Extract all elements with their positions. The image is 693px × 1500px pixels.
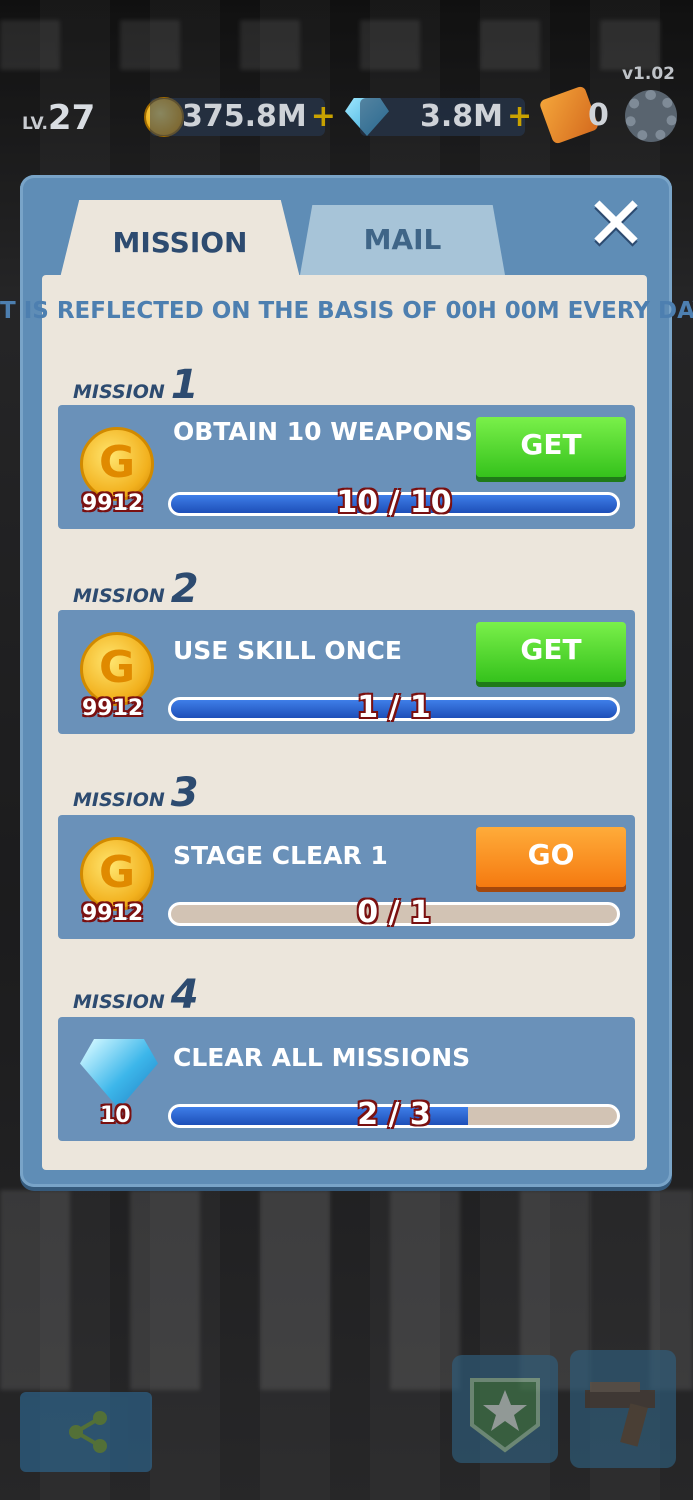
mission-number: 1 [170, 362, 199, 408]
level-label: LV. [22, 114, 48, 134]
mission-card-4: 10 CLEAR ALL MISSIONS 2 / 3 [58, 1017, 635, 1141]
mission-label-text: MISSION [73, 585, 165, 607]
reward-amount: 9912 [82, 696, 144, 721]
mission-label-text: MISSION [73, 381, 165, 403]
gem-icon [80, 1039, 158, 1109]
mission-title: CLEAR ALL MISSIONS [173, 1043, 471, 1072]
gem-amount: 3.8M [420, 99, 503, 134]
progress-text: 1 / 1 [357, 690, 431, 725]
weapon-button[interactable] [570, 1350, 676, 1468]
coin-icon: G [80, 427, 154, 501]
settings-gear-icon[interactable] [625, 90, 677, 142]
progress-text: 10 / 10 [336, 485, 452, 520]
tab-mission[interactable]: MISSION [60, 200, 300, 278]
share-button[interactable] [20, 1392, 152, 1472]
mission-card-3: G 9912 STAGE CLEAR 1 GO 0 / 1 [58, 815, 635, 939]
add-gem-button[interactable]: + [507, 99, 532, 134]
get-button[interactable]: GET [476, 417, 626, 477]
add-gold-button[interactable]: + [311, 99, 336, 134]
mission-label-text: MISSION [73, 789, 165, 811]
weapon-icon [585, 1382, 655, 1447]
gold-counter[interactable]: 375.8M + [150, 98, 336, 136]
mission-title: STAGE CLEAR 1 [173, 841, 388, 870]
mission-3-label: MISSION 3 [73, 770, 199, 816]
go-button[interactable]: GO [476, 827, 626, 887]
reward-amount: 9912 [82, 491, 144, 516]
reward-amount: 9912 [82, 901, 144, 926]
coin-icon: G [80, 837, 154, 911]
mission-title: OBTAIN 10 WEAPONS [173, 417, 473, 446]
mission-1-label: MISSION 1 [73, 362, 199, 408]
version-label: v1.02 [621, 64, 675, 84]
reward-amount: 10 [100, 1103, 131, 1128]
tab-mail[interactable]: MAIL [300, 205, 505, 275]
mission-number: 2 [170, 566, 199, 612]
mission-card-2: G 9912 USE SKILL ONCE GET 1 / 1 [58, 610, 635, 734]
mission-number: 4 [170, 972, 199, 1018]
player-level: LV.27 [22, 98, 95, 138]
get-button[interactable]: GET [476, 622, 626, 682]
share-icon [69, 1411, 107, 1453]
daily-reset-notice: T IS REFLECTED ON THE BASIS OF 00H 00M E… [0, 298, 693, 324]
ticket-count: 0 [588, 98, 609, 133]
mission-title: USE SKILL ONCE [173, 636, 402, 665]
progress-text: 0 / 1 [357, 895, 431, 930]
coin-icon: G [80, 632, 154, 706]
rank-button[interactable] [452, 1355, 558, 1463]
mission-label-text: MISSION [73, 991, 165, 1013]
gold-amount: 375.8M [182, 99, 307, 134]
close-icon[interactable]: ✕ [580, 187, 652, 261]
progress-text: 2 / 3 [357, 1097, 431, 1132]
mission-number: 3 [170, 770, 199, 816]
mission-card-1: G 9912 OBTAIN 10 WEAPONS GET 10 / 10 [58, 405, 635, 529]
mission-2-label: MISSION 2 [73, 566, 199, 612]
mission-4-label: MISSION 4 [73, 972, 199, 1018]
gem-counter[interactable]: 3.8M + [360, 98, 532, 136]
rank-icon [470, 1378, 540, 1453]
level-number: 27 [47, 98, 96, 138]
